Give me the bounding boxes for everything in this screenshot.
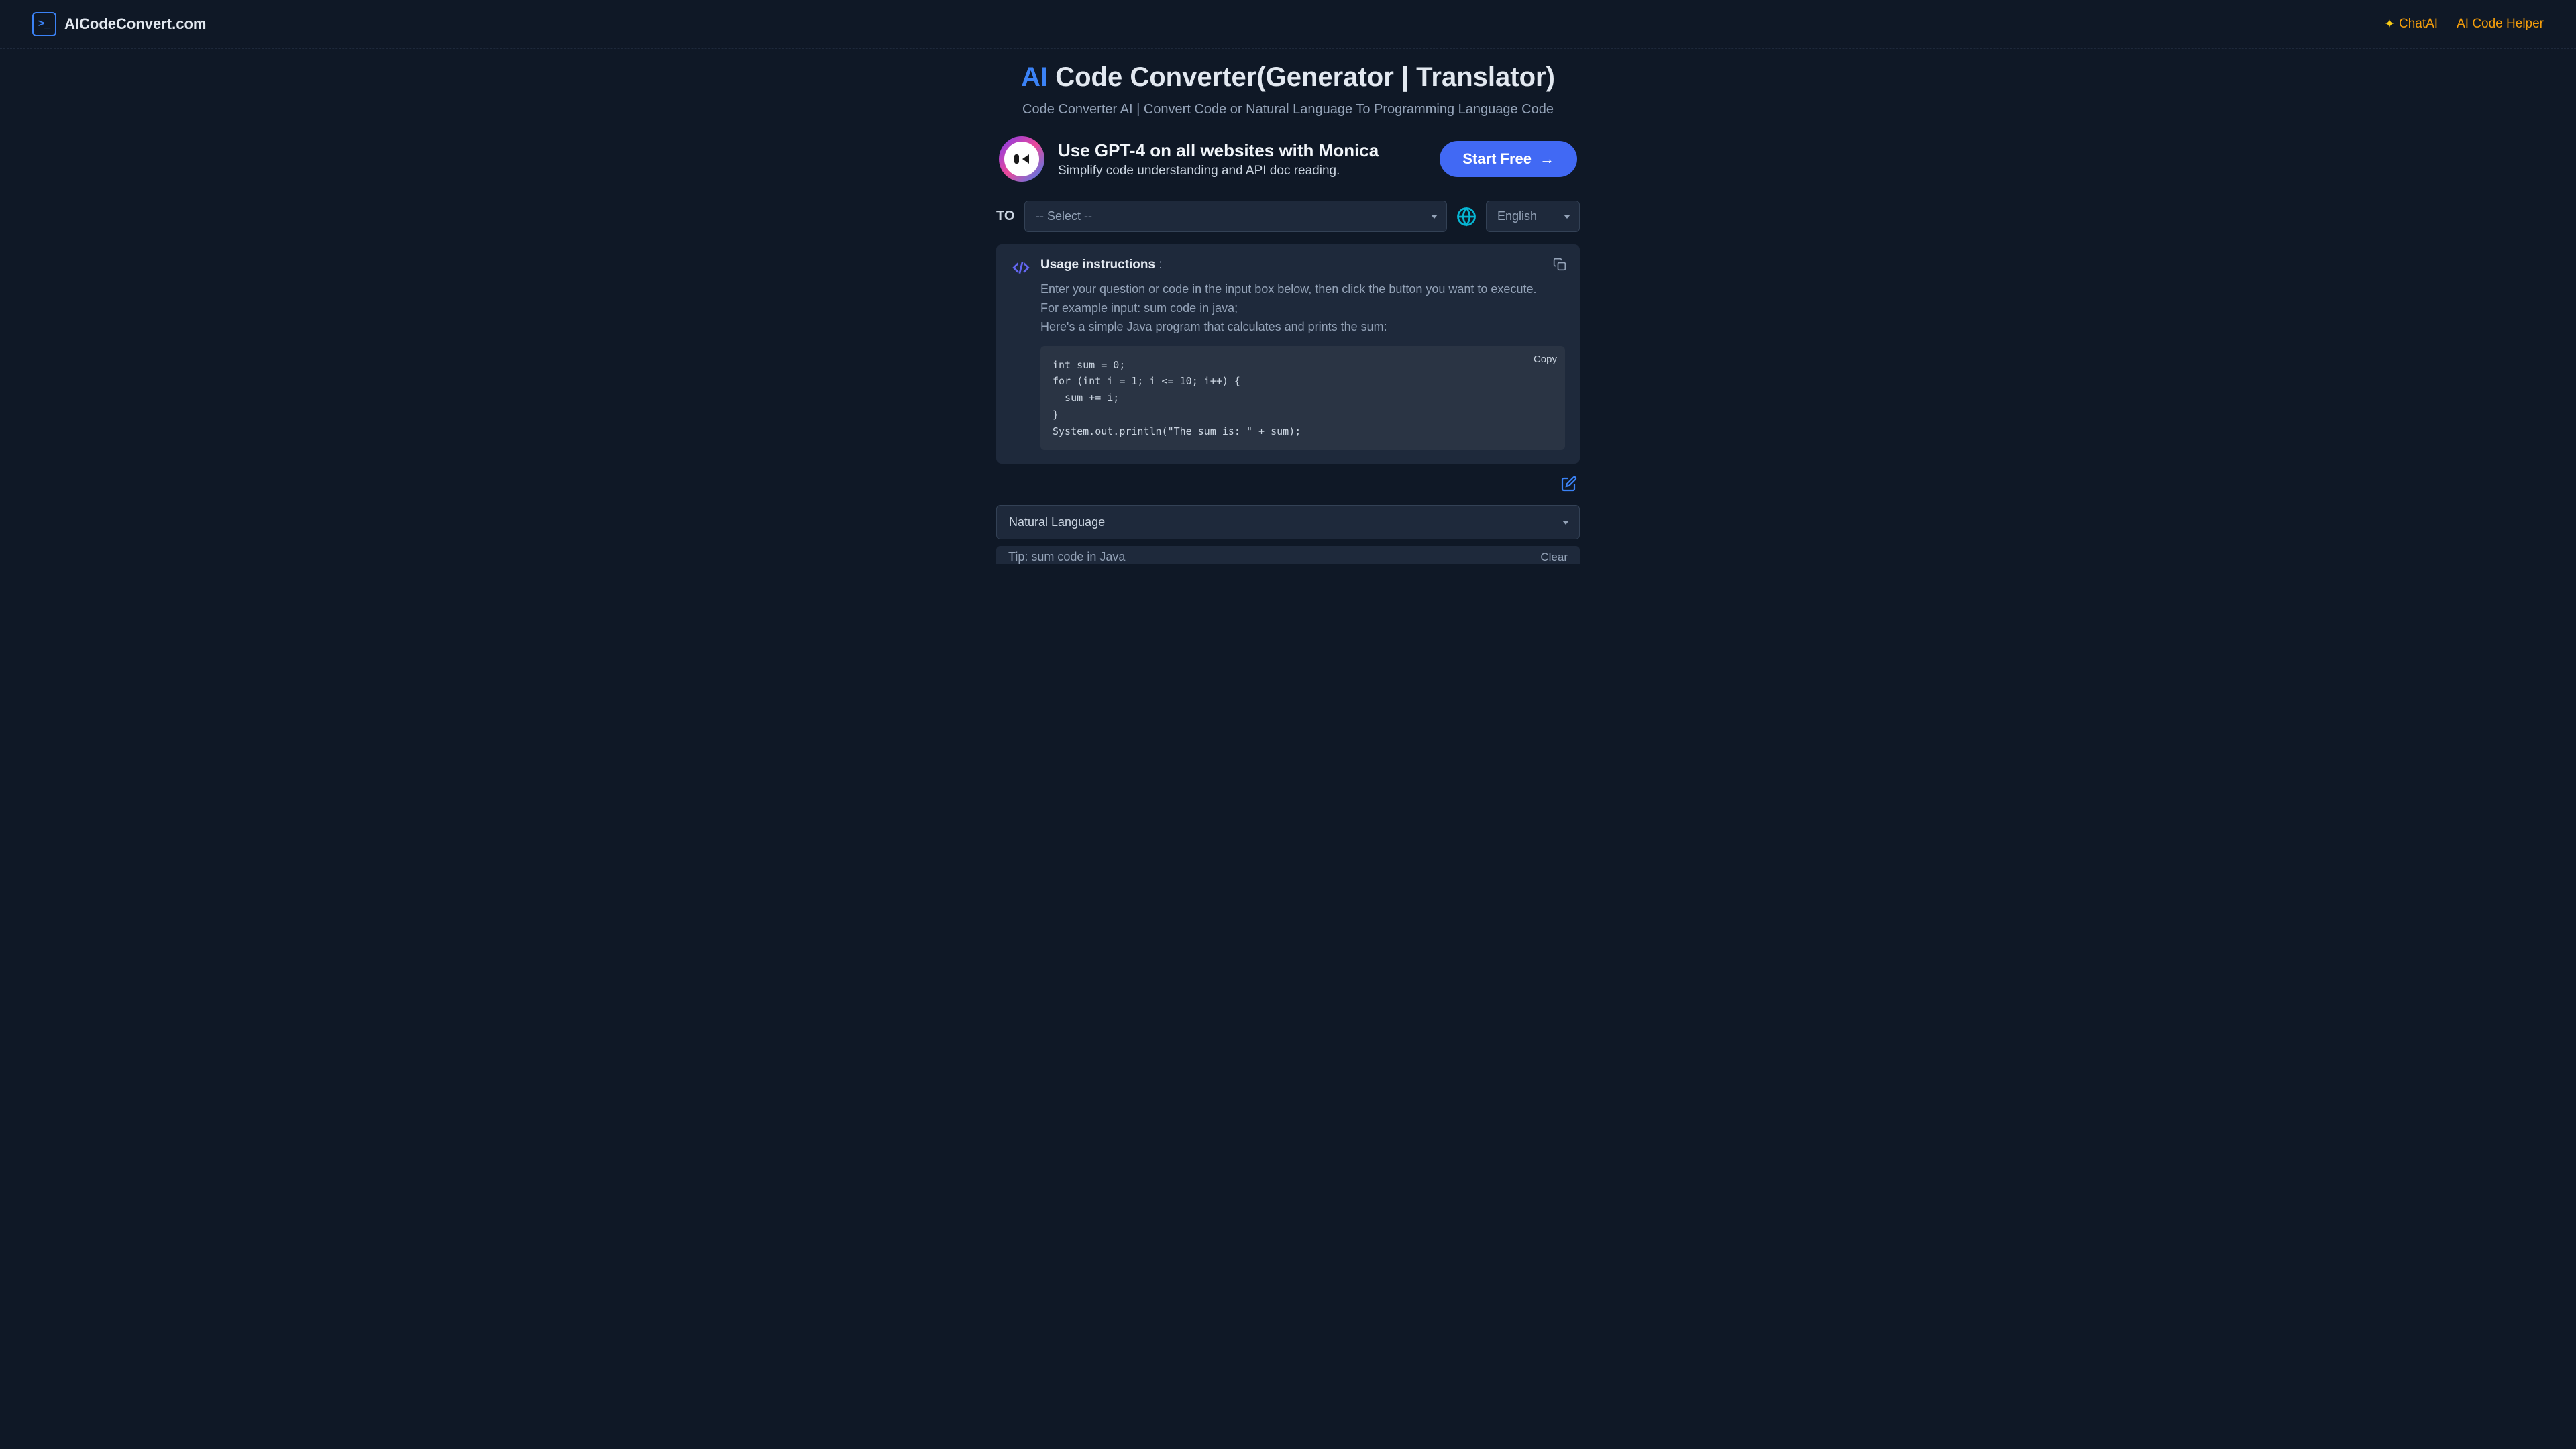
clear-button[interactable]: Clear: [1540, 551, 1568, 564]
edit-row: [996, 472, 1580, 505]
site-name: AICodeConvert.com: [64, 15, 206, 33]
page-title: AI Code Converter(Generator | Translator…: [996, 62, 1580, 93]
input-area[interactable]: Tip: sum code in Java Clear: [996, 546, 1580, 564]
instructions-body: Enter your question or code in the input…: [1040, 280, 1565, 337]
instructions-line3: Here's a simple Java program that calcul…: [1040, 318, 1565, 337]
nav-helper-label: AI Code Helper: [2457, 17, 2544, 32]
title-ai: AI: [1021, 62, 1048, 92]
nav-links: ✦ ChatAI AI Code Helper: [2384, 17, 2544, 32]
sparkle-icon: ✦: [2384, 17, 2395, 32]
title-rest: Code Converter(Generator | Translator): [1048, 62, 1555, 92]
nav-chat-ai[interactable]: ✦ ChatAI: [2384, 17, 2438, 32]
copy-icon: [1553, 258, 1566, 271]
arrow-right-icon: →: [1540, 150, 1554, 168]
copy-panel-button[interactable]: [1553, 258, 1566, 274]
instructions-line2: For example input: sum code in java;: [1040, 299, 1565, 318]
target-language-select[interactable]: -- Select --: [1024, 201, 1447, 232]
promo-banner: Use GPT-4 on all websites with Monica Si…: [996, 136, 1580, 182]
instructions-line1: Enter your question or code in the input…: [1040, 280, 1565, 299]
code-icon: [1011, 259, 1031, 276]
site-header: >_ AICodeConvert.com ✦ ChatAI AI Code He…: [0, 0, 2576, 49]
example-code-text: int sum = 0; for (int i = 1; i <= 10; i+…: [1053, 359, 1301, 437]
monica-avatar: [999, 136, 1044, 182]
input-tip: Tip: sum code in Java: [1008, 550, 1125, 564]
globe-icon: [1456, 207, 1477, 227]
target-row: TO -- Select -- English: [996, 201, 1580, 232]
promo-text: Use GPT-4 on all websites with Monica Si…: [1058, 140, 1426, 178]
logo[interactable]: >_ AICodeConvert.com: [32, 12, 206, 36]
main-content: AI Code Converter(Generator | Translator…: [996, 49, 1580, 564]
promo-subtitle: Simplify code understanding and API doc …: [1058, 164, 1426, 178]
nav-helper[interactable]: AI Code Helper: [2457, 17, 2544, 32]
terminal-icon: >_: [32, 12, 56, 36]
nav-chat-ai-label: ChatAI: [2399, 17, 2438, 32]
output-language-select[interactable]: English: [1486, 201, 1580, 232]
copy-code-button[interactable]: Copy: [1534, 352, 1557, 368]
instructions-panel: Usage instructions : Enter your question…: [996, 244, 1580, 464]
example-code-block: Copy int sum = 0; for (int i = 1; i <= 10…: [1040, 346, 1565, 451]
start-free-label: Start Free: [1462, 150, 1532, 168]
promo-title: Use GPT-4 on all websites with Monica: [1058, 140, 1426, 161]
start-free-button[interactable]: Start Free →: [1440, 141, 1577, 177]
input-mode-select[interactable]: Natural Language: [996, 505, 1580, 539]
page-subtitle: Code Converter AI | Convert Code or Natu…: [996, 102, 1580, 117]
edit-icon[interactable]: [1561, 476, 1577, 492]
instructions-heading: Usage instructions: [1040, 258, 1155, 272]
to-label: TO: [996, 209, 1015, 224]
